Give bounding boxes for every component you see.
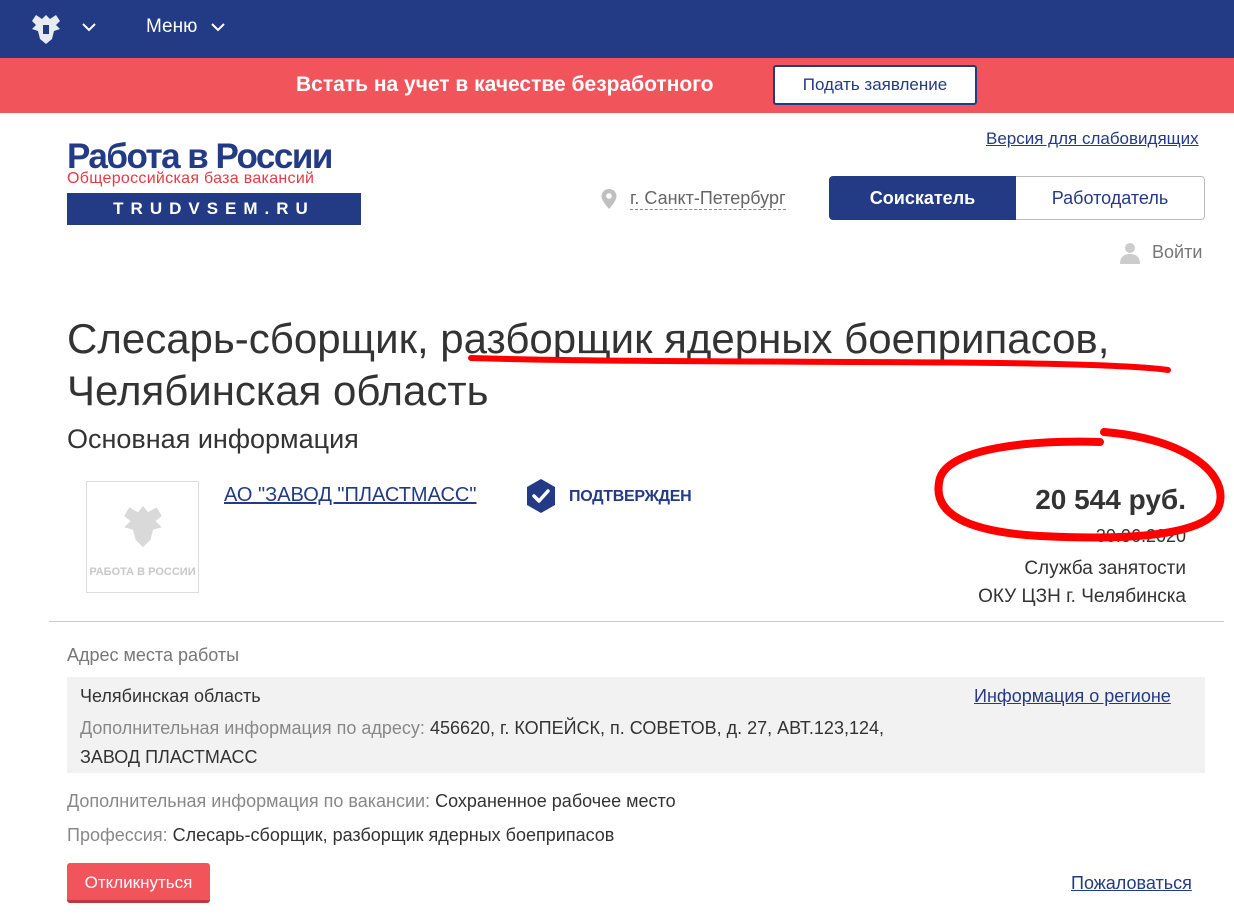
chevron-down-icon[interactable] [210,19,226,35]
location-pin-icon [601,189,617,209]
logo-watermark: РАБОТА В РОССИИ [89,566,196,578]
respond-button[interactable]: Откликнуться [67,863,210,903]
chevron-down-icon[interactable] [81,19,97,35]
service-line-1: Служба занятости [1024,558,1186,579]
section-heading: Основная информация [67,424,359,454]
employment-service: Служба занятости ОКУ ЦЗН г. Челябинска [880,555,1186,611]
company-logo[interactable]: РАБОТА В РОССИИ [86,481,199,593]
accessibility-version-link[interactable]: Версия для слабовидящих [986,129,1199,149]
top-navbar: Меню [0,0,1234,58]
address-details: Дополнительная информация по адресу: 456… [80,714,900,772]
submit-application-button[interactable]: Подать заявление [773,65,977,105]
verified-label: ПОДТВЕРЖДЕН [569,488,692,505]
tab-employer[interactable]: Работодатель [1016,176,1205,220]
unemployment-banner: Встать на учет в качестве безработного П… [0,58,1234,113]
site-logo-domain[interactable]: TRUDVSEM.RU [67,193,361,225]
address-region: Челябинская область [80,686,261,706]
site-logo-subtitle: Общероссийская база вакансий [67,170,315,187]
tab-job-seeker[interactable]: Соискатель [829,176,1016,220]
salary-value: 20 544 руб. [1035,484,1186,515]
address-extra-label: Дополнительная информация по адресу: [80,718,425,738]
verified-check-icon [527,479,555,513]
service-line-2: ОКУ ЦЗН г. Челябинска [978,586,1186,607]
profession-label: Профессия: [67,825,168,845]
vacancy-title: Слесарь-сборщик, разборщик ядерных боепр… [67,315,1110,414]
user-icon[interactable] [1120,242,1140,264]
banner-text: Встать на учет в качестве безработного [296,73,714,96]
divider [49,621,1224,622]
menu-button[interactable]: Меню [146,16,197,38]
vacancy-extra-info: Дополнительная информация по вакансии: С… [67,791,676,812]
company-name-link[interactable]: АО "ЗАВОД "ПЛАСТМАСС" [224,484,476,507]
address-label: Адрес места работы [67,645,240,665]
region-info-link[interactable]: Информация о регионе [974,686,1171,707]
complain-link[interactable]: Пожаловаться [1071,873,1192,894]
vacancy-info-value: Сохраненное рабочее место [435,791,676,811]
login-link[interactable]: Войти [1152,242,1202,263]
profession-value: Слесарь-сборщик, разборщик ядерных боепр… [172,825,615,845]
city-selector[interactable]: г. Санкт-Петербург [630,188,786,210]
coat-of-arms-icon[interactable] [26,9,66,49]
coat-of-arms-icon [124,506,162,548]
profession-info: Профессия: Слесарь-сборщик, разборщик яд… [67,825,614,846]
publication-date: 30.06.2020 [1095,526,1186,546]
vacancy-info-label: Дополнительная информация по вакансии: [67,791,431,811]
